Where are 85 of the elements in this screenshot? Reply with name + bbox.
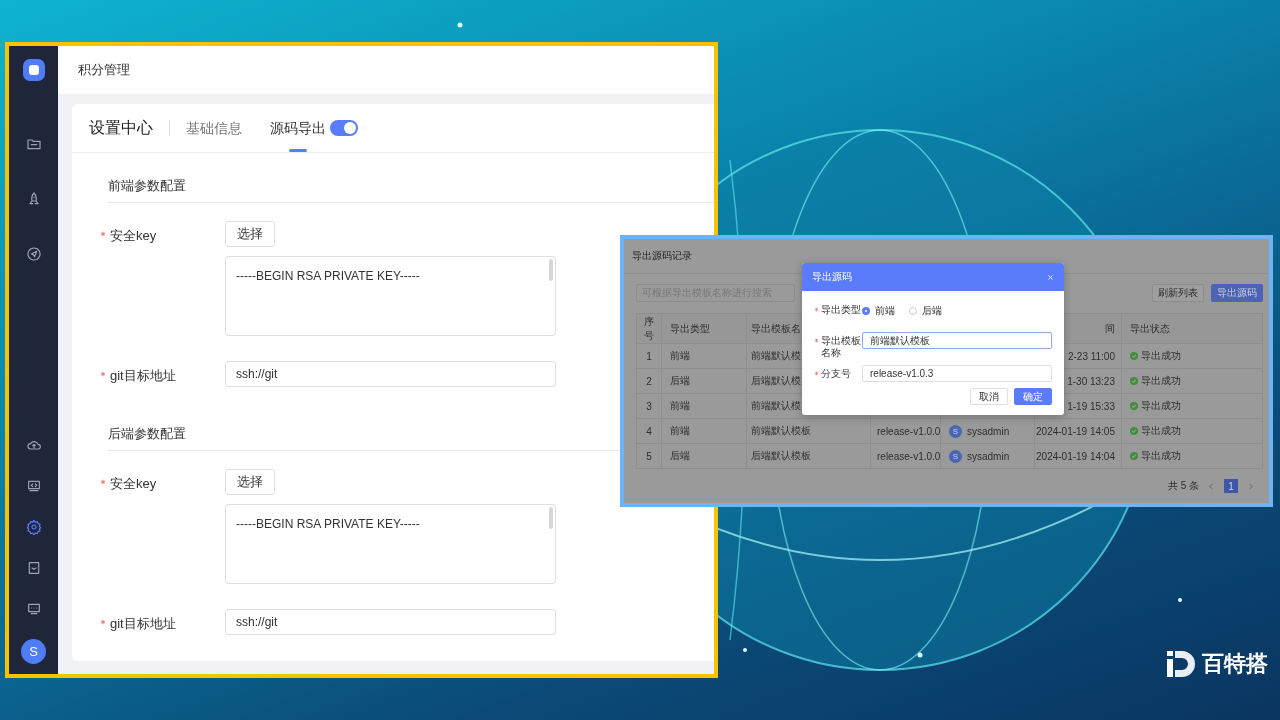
select-button[interactable]: 选择	[225, 221, 275, 247]
app-logo-icon	[21, 58, 46, 82]
branch-input[interactable]: release-v1.0.3	[862, 365, 1052, 382]
page-title: 积分管理	[78, 61, 130, 79]
table-cell: 5	[646, 450, 652, 462]
table-cell: 前端	[670, 349, 690, 363]
code-monitor-icon[interactable]	[25, 478, 42, 494]
table-cell: 3	[646, 400, 652, 412]
monitor-icon[interactable]	[25, 601, 42, 617]
settings-icon[interactable]	[25, 519, 42, 535]
check-circle-icon	[1130, 352, 1138, 360]
status-text: 导出成功	[1141, 424, 1181, 438]
folder-icon[interactable]	[25, 136, 42, 152]
table-cell: 2	[646, 375, 652, 387]
key-textarea[interactable]: -----BEGIN RSA PRIVATE KEY-----	[225, 256, 556, 336]
input-field[interactable]: ssh://git	[225, 361, 556, 387]
total-count: 共 5 条	[1167, 479, 1199, 493]
table-cell: 1-19 15:33	[1067, 400, 1115, 412]
field-label: git目标地址	[110, 615, 176, 633]
scrollbar[interactable]	[549, 507, 553, 529]
status-text: 导出成功	[1141, 399, 1181, 413]
status-text: 导出成功	[1141, 449, 1181, 463]
select-button[interactable]: 选择	[225, 469, 275, 495]
table-cell: 2024-01-19 14:04	[1036, 450, 1115, 462]
table-cell: 1	[646, 350, 652, 362]
check-circle-icon	[1130, 377, 1138, 385]
field-label: git目标地址	[110, 367, 176, 385]
table-cell: 1-30 13:23	[1067, 375, 1115, 387]
dialog-button[interactable]: 确定	[1014, 388, 1052, 405]
table-cell: release-v1.0.0	[877, 450, 941, 462]
tab[interactable]: 基础信息	[186, 104, 242, 152]
field-label: 分支号	[821, 368, 852, 380]
table-cell: release-v1.0.0	[877, 425, 941, 437]
radio-button[interactable]	[862, 307, 870, 315]
table-cell: sysadmin	[967, 450, 1010, 462]
field-label: 安全key	[110, 475, 157, 493]
table-cell: 前端	[670, 399, 690, 413]
status-text: 导出成功	[1141, 374, 1181, 388]
template-dropdown[interactable]: 前端默认模板	[862, 332, 1052, 349]
table-cell: 前端默认模板	[751, 424, 811, 438]
send-icon[interactable]	[25, 246, 42, 262]
dialog-button[interactable]: 取消	[970, 388, 1008, 405]
close-icon[interactable]	[1047, 273, 1054, 281]
table-cell: 前端默认模	[751, 349, 801, 363]
key-textarea[interactable]: -----BEGIN RSA PRIVATE KEY-----	[225, 504, 556, 584]
column-header: 导出状态	[1130, 321, 1170, 336]
field-label: 导出类型	[821, 304, 861, 316]
brand-logo-icon	[1166, 649, 1196, 679]
check-circle-icon	[1130, 402, 1138, 410]
user-avatar: S	[949, 424, 962, 438]
input-field[interactable]: ssh://git	[225, 609, 556, 635]
toolbar-button[interactable]: 刷新列表	[1152, 284, 1204, 302]
table-cell: 4	[646, 425, 652, 437]
table-cell: 后端	[670, 374, 690, 388]
radio-label[interactable]: 前端	[875, 304, 895, 318]
page-button[interactable]: 1	[1224, 479, 1238, 493]
settings-title: 设置中心	[89, 117, 153, 138]
table-cell: 后端默认模板	[751, 449, 811, 463]
brand-name: 百特搭	[1202, 650, 1268, 678]
user-avatar[interactable]: S	[21, 639, 46, 664]
column-header: 导出模板名	[751, 321, 801, 336]
check-circle-icon	[1130, 427, 1138, 435]
table-cell: 后端	[670, 449, 690, 463]
scrollbar[interactable]	[549, 259, 553, 281]
radio-label[interactable]: 后端	[922, 304, 942, 318]
table-cell: 后端默认模	[751, 374, 801, 388]
column-header: 序号	[644, 314, 654, 343]
table-cell: 2024-01-19 14:05	[1036, 425, 1115, 437]
toggle-switch[interactable]	[330, 120, 358, 136]
table-cell: 2-23 11:00	[1067, 350, 1115, 362]
table-cell: 前端	[670, 424, 690, 438]
table-cell: sysadmin	[967, 425, 1010, 437]
tab[interactable]: 源码导出	[270, 104, 326, 152]
check-circle-icon	[1130, 452, 1138, 460]
toolbar-button[interactable]: 导出源码	[1211, 284, 1263, 302]
column-header: 导出类型	[670, 321, 710, 336]
window-title: 导出源码记录	[632, 249, 692, 263]
section-title: 前端参数配置	[108, 169, 714, 203]
table-cell: 前端默认模	[751, 399, 801, 413]
field-label: 导出模板名称	[821, 335, 861, 359]
status-text: 导出成功	[1141, 349, 1181, 363]
field-label: 安全key	[110, 227, 157, 245]
user-avatar: S	[949, 449, 962, 463]
column-header: 间	[1105, 321, 1115, 336]
dialog-title: 导出源码	[812, 270, 852, 284]
